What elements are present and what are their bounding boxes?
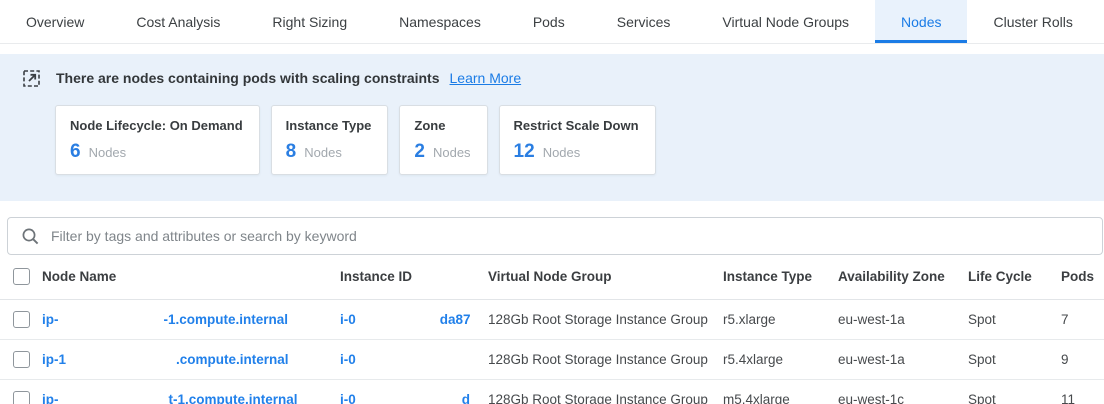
card-value-row: 8 Nodes bbox=[286, 141, 372, 163]
column-header-virtual-node-group: Virtual Node Group bbox=[488, 255, 723, 299]
column-header-life-cycle: Life Cycle bbox=[968, 255, 1061, 299]
redacted-text bbox=[356, 403, 462, 404]
card-unit-label: Nodes bbox=[89, 145, 127, 160]
node-name-link-text[interactable]: ip-1 bbox=[42, 352, 66, 367]
table-row[interactable]: ip-1 .compute.internal i-0 128Gb Root Stora… bbox=[0, 339, 1104, 379]
pods-cell: 9 bbox=[1061, 339, 1104, 379]
life-cycle-cell: Spot bbox=[968, 299, 1061, 339]
virtual-node-group-cell: 128Gb Root Storage Instance Group bbox=[488, 299, 723, 339]
alert-text: There are nodes containing pods with sca… bbox=[56, 70, 440, 86]
row-checkbox[interactable] bbox=[13, 311, 30, 328]
card-node-count: 12 bbox=[514, 141, 535, 163]
availability-zone-cell: eu-west-1a bbox=[838, 339, 968, 379]
node-name-link-text[interactable]: -1.compute.internal bbox=[164, 312, 289, 327]
search-icon bbox=[21, 227, 40, 246]
summary-card-instance-type[interactable]: Instance Type 8 Nodes bbox=[271, 105, 389, 175]
tab-namespaces[interactable]: Namespaces bbox=[373, 0, 507, 43]
card-node-count: 2 bbox=[414, 141, 425, 163]
row-checkbox[interactable] bbox=[13, 391, 30, 404]
row-checkbox-cell bbox=[0, 379, 42, 404]
table-header-row: Node NameInstance IDVirtual Node GroupIn… bbox=[0, 255, 1104, 299]
pods-cell: 11 bbox=[1061, 379, 1104, 404]
tab-services[interactable]: Services bbox=[591, 0, 697, 43]
instance-id-link-text[interactable]: d bbox=[462, 392, 470, 404]
node-name-cell: ip-t-1.compute.internal bbox=[42, 379, 340, 404]
scaling-alert-banner: There are nodes containing pods with sca… bbox=[0, 54, 1104, 201]
tab-nodes[interactable]: Nodes bbox=[875, 0, 967, 43]
card-value-row: 2 Nodes bbox=[414, 141, 470, 163]
card-value-row: 12 Nodes bbox=[514, 141, 639, 163]
instance-id-link-text[interactable]: i-0 bbox=[340, 312, 356, 327]
instance-id-cell: i-0 bbox=[340, 339, 488, 379]
card-unit-label: Nodes bbox=[543, 145, 581, 160]
redacted-text bbox=[66, 363, 176, 364]
alert-row: There are nodes containing pods with sca… bbox=[22, 68, 1084, 88]
pods-cell: 7 bbox=[1061, 299, 1104, 339]
instance-id-cell: i-0 d bbox=[340, 379, 488, 404]
table-row[interactable]: ip- -1.compute.internal i-0 da87 128Gb Root … bbox=[0, 299, 1104, 339]
tab-pods[interactable]: Pods bbox=[507, 0, 591, 43]
redacted-text bbox=[59, 323, 164, 324]
card-title: Instance Type bbox=[286, 118, 372, 133]
node-name-link-text[interactable]: ip- bbox=[42, 312, 59, 327]
tab-virtual-node-groups[interactable]: Virtual Node Groups bbox=[696, 0, 875, 43]
row-checkbox[interactable] bbox=[13, 351, 30, 368]
card-title: Node Lifecycle: On Demand bbox=[70, 118, 243, 133]
tab-log[interactable]: Log bbox=[1099, 0, 1104, 43]
node-name-link-text[interactable]: ip- bbox=[42, 392, 59, 404]
instance-id-link-text[interactable]: i-0 bbox=[340, 352, 356, 367]
tab-cluster-rolls[interactable]: Cluster Rolls bbox=[967, 0, 1098, 43]
node-name-link-text[interactable]: .compute.internal bbox=[176, 352, 289, 367]
filter-search-bar[interactable] bbox=[7, 217, 1103, 255]
card-node-count: 8 bbox=[286, 141, 297, 163]
card-unit-label: Nodes bbox=[304, 145, 342, 160]
instance-type-cell: r5.xlarge bbox=[723, 299, 838, 339]
redacted-text bbox=[59, 403, 169, 404]
redacted-text bbox=[356, 323, 440, 324]
node-name-cell: ip-1 .compute.internal bbox=[42, 339, 340, 379]
row-checkbox-cell bbox=[0, 299, 42, 339]
card-title: Restrict Scale Down bbox=[514, 118, 639, 133]
summary-card-node-lifecycle-on-demand[interactable]: Node Lifecycle: On Demand 6 Nodes bbox=[55, 105, 260, 175]
scale-out-icon bbox=[22, 68, 42, 88]
life-cycle-cell: Spot bbox=[968, 339, 1061, 379]
tab-right-sizing[interactable]: Right Sizing bbox=[246, 0, 373, 43]
column-header-node-name: Node Name bbox=[42, 255, 340, 299]
node-name-cell: ip- -1.compute.internal bbox=[42, 299, 340, 339]
nodes-table: Node NameInstance IDVirtual Node GroupIn… bbox=[0, 255, 1104, 404]
table-row[interactable]: ip-t-1.compute.internali-0d128Gb Root St… bbox=[0, 379, 1104, 404]
header-checkbox-cell bbox=[0, 255, 42, 299]
card-value-row: 6 Nodes bbox=[70, 141, 243, 163]
card-node-count: 6 bbox=[70, 141, 81, 163]
column-header-pods: Pods bbox=[1061, 255, 1104, 299]
instance-type-cell: r5.4xlarge bbox=[723, 339, 838, 379]
instance-id-link-text[interactable]: i-0 bbox=[340, 392, 356, 404]
availability-zone-cell: eu-west-1c bbox=[838, 379, 968, 404]
instance-id-cell: i-0 da87 bbox=[340, 299, 488, 339]
card-title: Zone bbox=[414, 118, 470, 133]
column-header-availability-zone: Availability Zone bbox=[838, 255, 968, 299]
tab-overview[interactable]: Overview bbox=[0, 0, 110, 43]
search-input[interactable] bbox=[51, 228, 1089, 244]
constraint-summary-cards: Node Lifecycle: On Demand6NodesInstance … bbox=[55, 105, 1084, 175]
virtual-node-group-cell: 128Gb Root Storage Instance Group bbox=[488, 339, 723, 379]
summary-card-restrict-scale-down[interactable]: Restrict Scale Down 12 Nodes bbox=[499, 105, 656, 175]
tab-bar: OverviewCost AnalysisRight SizingNamespa… bbox=[0, 0, 1104, 44]
node-name-link-text[interactable]: t-1.compute.internal bbox=[169, 392, 298, 404]
card-unit-label: Nodes bbox=[433, 145, 471, 160]
row-checkbox-cell bbox=[0, 339, 42, 379]
virtual-node-group-cell: 128Gb Root Storage Instance Group bbox=[488, 379, 723, 404]
learn-more-link[interactable]: Learn More bbox=[450, 70, 522, 86]
select-all-checkbox[interactable] bbox=[13, 268, 30, 285]
tab-cost-analysis[interactable]: Cost Analysis bbox=[110, 0, 246, 43]
life-cycle-cell: Spot bbox=[968, 379, 1061, 404]
availability-zone-cell: eu-west-1a bbox=[838, 299, 968, 339]
instance-type-cell: m5.4xlarge bbox=[723, 379, 838, 404]
column-header-instance-id: Instance ID bbox=[340, 255, 488, 299]
summary-card-zone[interactable]: Zone 2 Nodes bbox=[399, 105, 487, 175]
instance-id-link-text[interactable]: da87 bbox=[440, 312, 471, 327]
column-header-instance-type: Instance Type bbox=[723, 255, 838, 299]
